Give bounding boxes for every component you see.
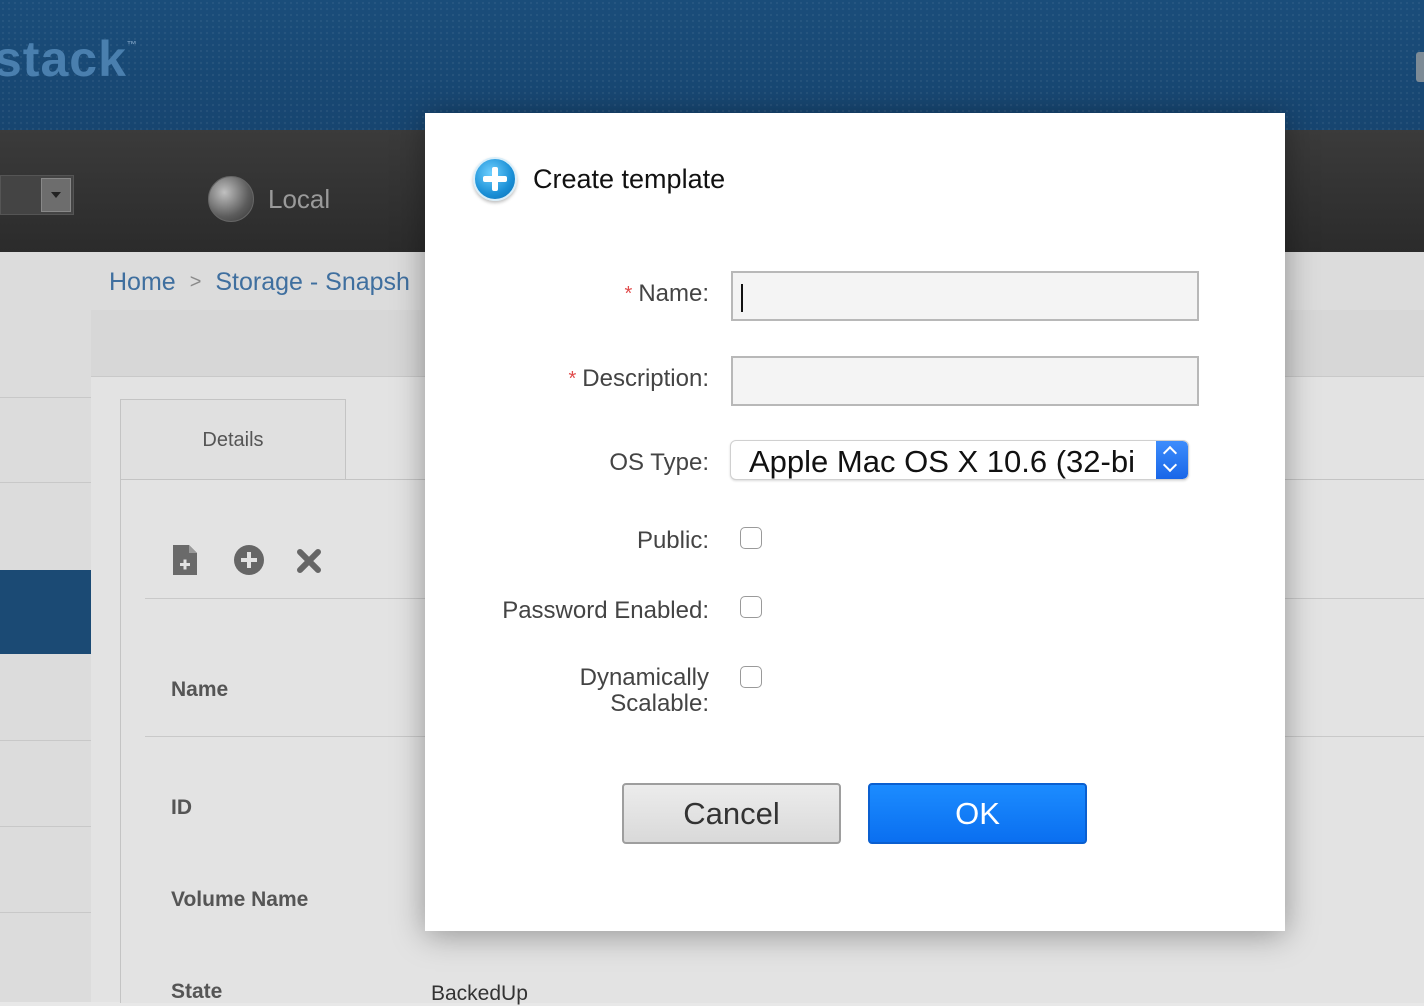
- create-template-dialog: Create template * Name: * Description: OS …: [425, 113, 1285, 931]
- header-edge-control[interactable]: [1416, 52, 1424, 82]
- left-sidebar: [0, 252, 91, 1002]
- sidebar-item-active[interactable]: [0, 570, 91, 654]
- sidebar-divider: [0, 740, 91, 741]
- public-checkbox[interactable]: [740, 527, 762, 549]
- ok-button[interactable]: OK: [868, 783, 1087, 844]
- description-input[interactable]: [731, 356, 1199, 406]
- sidebar-divider: [0, 826, 91, 827]
- chevron-down-icon[interactable]: [41, 178, 71, 212]
- os-type-select[interactable]: Apple Mac OS X 10.6 (32-bi: [730, 440, 1189, 480]
- breadcrumb-separator: >: [189, 271, 202, 293]
- app-logo[interactable]: stack™: [0, 30, 138, 88]
- dynamically-scalable-label: Dynamically Scalable:: [579, 664, 709, 717]
- breadcrumb-current[interactable]: Storage - Snapsh: [215, 268, 410, 297]
- password-enabled-checkbox[interactable]: [740, 596, 762, 618]
- description-label: * Description:: [568, 365, 709, 392]
- password-enabled-label: Password Enabled:: [502, 597, 709, 624]
- sidebar-divider: [0, 482, 91, 483]
- detail-value-state: BackedUp: [431, 982, 528, 1005]
- sidebar-divider: [0, 397, 91, 398]
- dynamically-scalable-checkbox[interactable]: [740, 666, 762, 688]
- name-label: * Name:: [624, 280, 709, 307]
- public-label: Public:: [636, 527, 709, 554]
- breadcrumb: Home > Storage - Snapsh: [109, 268, 410, 297]
- cancel-button[interactable]: Cancel: [622, 783, 841, 844]
- detail-label-id: ID: [171, 796, 192, 819]
- detail-label-name: Name: [171, 678, 229, 701]
- dialog-header: Create template: [473, 157, 725, 201]
- os-type-value: Apple Mac OS X 10.6 (32-bi: [749, 444, 1135, 479]
- dialog-title: Create template: [533, 163, 726, 194]
- required-marker: *: [624, 283, 633, 305]
- add-icon: [473, 157, 517, 201]
- globe-icon: [208, 176, 254, 222]
- project-select[interactable]: [0, 175, 74, 215]
- text-cursor: [741, 284, 743, 312]
- name-input[interactable]: [731, 271, 1199, 321]
- detail-label-volume-name: Volume Name: [171, 888, 309, 911]
- select-stepper-icon[interactable]: [1156, 441, 1188, 479]
- add-circle-icon[interactable]: [232, 543, 264, 577]
- required-marker: *: [568, 368, 577, 390]
- create-template-icon[interactable]: [170, 543, 200, 577]
- detail-label-state: State: [171, 980, 223, 1003]
- tab-details-label: Details: [202, 428, 264, 451]
- breadcrumb-home[interactable]: Home: [109, 268, 176, 297]
- delete-x-icon[interactable]: [294, 543, 324, 577]
- tab-details[interactable]: Details: [120, 399, 346, 480]
- top-header: stack™: [0, 0, 1424, 130]
- os-type-label: OS Type:: [609, 449, 709, 476]
- zone-indicator[interactable]: Local: [208, 176, 330, 222]
- sidebar-divider: [0, 912, 91, 913]
- detail-actions: [170, 543, 324, 577]
- zone-label: Local: [268, 183, 331, 214]
